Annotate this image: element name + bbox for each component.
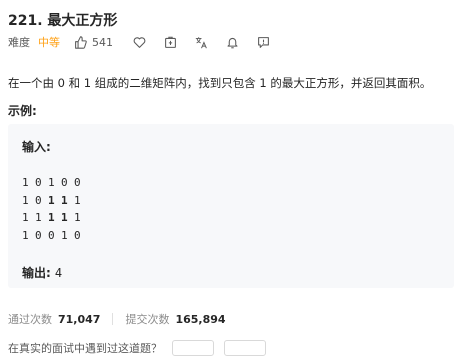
submissions-count: 165,894	[175, 312, 226, 326]
favorite-button[interactable]	[133, 36, 146, 49]
like-button[interactable]: 541	[74, 36, 113, 49]
matrix-row: 11111	[22, 209, 87, 227]
matrix-cell: 0	[35, 193, 43, 207]
output-line: 输出: 4	[22, 264, 62, 281]
matrix-cell: 1	[74, 211, 82, 224]
matrix-cell: 0	[74, 228, 82, 242]
difficulty-value: 中等	[38, 36, 60, 49]
like-count: 541	[92, 35, 113, 49]
share-icon	[165, 36, 176, 48]
matrix-cell: 1	[48, 176, 56, 189]
matrix-cell: 1	[48, 211, 56, 224]
translate-icon	[195, 36, 207, 48]
matrix-cell: 1	[48, 193, 56, 207]
translate-button[interactable]	[195, 36, 208, 49]
feedback-button[interactable]	[257, 36, 270, 49]
input-matrix: 10100 10111 11111 10010	[22, 174, 87, 244]
matrix-cell: 1	[61, 228, 69, 242]
stats-divider	[112, 313, 114, 325]
difficulty-label: 难度	[8, 36, 30, 49]
problem-meta-bar: 难度 中等 541	[8, 34, 270, 50]
matrix-cell: 0	[74, 176, 82, 189]
problem-title: 221. 最大正方形	[8, 13, 118, 29]
notify-button[interactable]	[226, 36, 239, 49]
matrix-cell: 0	[35, 176, 43, 189]
matrix-cell: 0	[48, 228, 56, 242]
interview-question-prompt: 在真实的面试中遇到过这道题？	[8, 340, 266, 356]
matrix-cell: 1	[61, 193, 69, 207]
example-heading: 示例:	[8, 104, 37, 118]
accepted-label: 通过次数	[8, 313, 52, 326]
matrix-row: 10100	[22, 174, 87, 192]
submissions-label: 提交次数	[125, 313, 170, 326]
like-icon	[75, 35, 87, 49]
feedback-icon	[258, 36, 269, 48]
matrix-cell: 1	[74, 193, 82, 207]
matrix-row: 10111	[22, 192, 87, 210]
matrix-cell: 1	[35, 211, 43, 224]
yes-button[interactable]	[172, 340, 214, 356]
matrix-row: 10010	[22, 227, 87, 245]
problem-description: 在一个由 0 和 1 组成的二维矩阵内，找到只包含 1 的最大正方形，并返回其面…	[8, 76, 432, 90]
accepted-count: 71,047	[58, 312, 101, 326]
output-label: 输出:	[22, 266, 51, 280]
input-label: 输入:	[22, 140, 51, 154]
no-button[interactable]	[224, 340, 266, 356]
matrix-cell: 0	[61, 176, 69, 189]
example-box: 输入: 10100 10111 11111 10010 输出: 4	[8, 124, 454, 288]
submission-stats: 通过次数 71,047 提交次数 165,894	[8, 311, 226, 327]
matrix-cell: 1	[22, 211, 30, 224]
interview-prompt-text: 在真实的面试中遇到过这道题？	[8, 342, 162, 355]
share-button[interactable]	[164, 36, 177, 49]
matrix-cell: 1	[22, 228, 30, 242]
matrix-cell: 1	[22, 193, 30, 207]
matrix-cell: 1	[22, 176, 30, 189]
bell-icon	[227, 37, 238, 48]
matrix-cell: 0	[35, 228, 43, 242]
output-value: 4	[54, 266, 63, 280]
heart-icon	[133, 36, 146, 48]
matrix-cell: 1	[61, 211, 69, 224]
